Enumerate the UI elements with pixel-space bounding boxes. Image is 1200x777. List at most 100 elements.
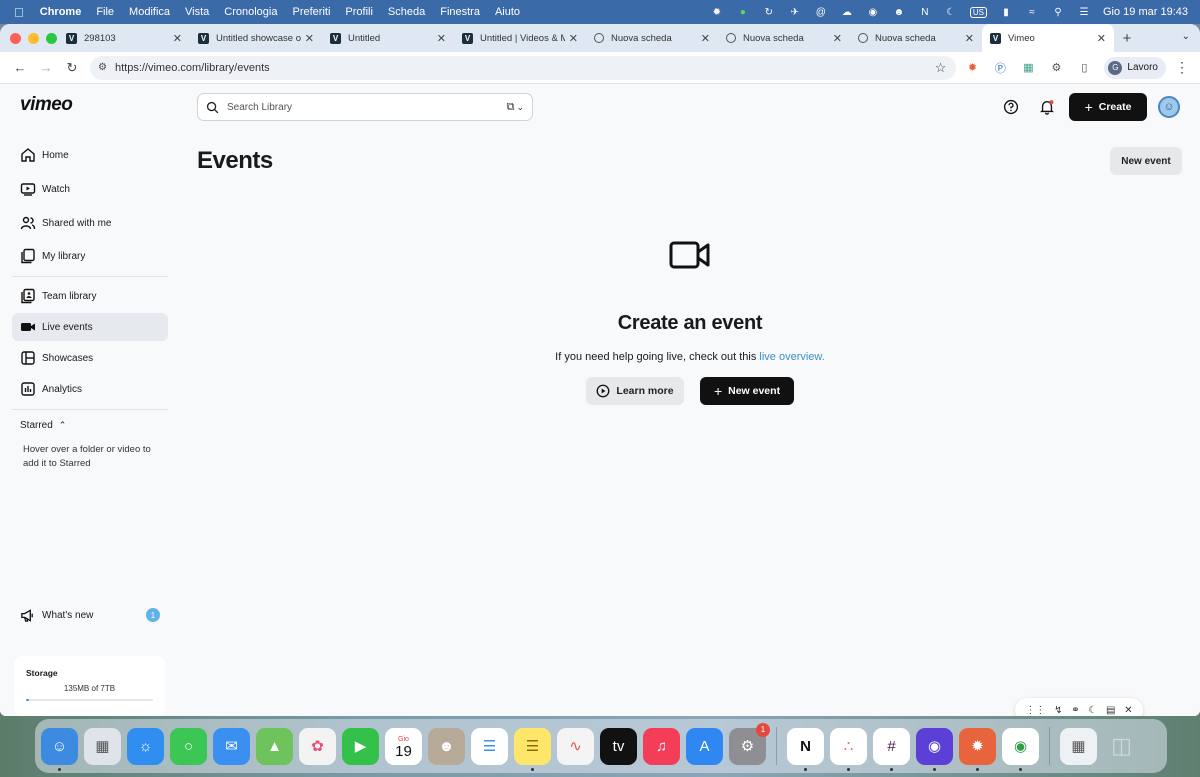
launchpad-icon[interactable]: ▦ [84, 727, 121, 765]
browser-tab[interactable]: V Untitled ✕ [322, 24, 454, 52]
close-tab-icon[interactable]: ✕ [701, 32, 710, 45]
sidebar-item-shared[interactable]: Shared with me [12, 209, 168, 237]
bookmark-star-icon[interactable]: ☆ [935, 60, 947, 76]
close-tab-icon[interactable]: ✕ [569, 32, 578, 45]
extension-gear-icon[interactable]: ⚙ [1044, 56, 1068, 80]
notes-icon[interactable]: ☰ [514, 727, 551, 771]
facetime-icon[interactable]: ▶ [342, 727, 379, 765]
address-bar[interactable]: ⚙ https://vimeo.com/library/events ☆ [90, 55, 957, 80]
profile-chip[interactable]: G Lavoro [1104, 56, 1166, 79]
reload-button[interactable]: ↻ [60, 56, 84, 80]
asana-icon[interactable]: ∴ [830, 727, 867, 771]
notifications-button[interactable] [1037, 97, 1057, 117]
close-tab-icon[interactable]: ✕ [965, 32, 974, 45]
sidebar-item-my-library[interactable]: My library [12, 242, 168, 270]
cloud-status-icon[interactable]: ☁ [840, 6, 854, 18]
sidebar-item-analytics[interactable]: Analytics [12, 375, 168, 403]
moon-status-icon[interactable]: ☾ [944, 6, 958, 18]
storage-card[interactable]: Storage 135MB of 7TB [14, 656, 165, 716]
shield-status-icon[interactable]: ◉ [866, 6, 880, 18]
search-scope-dropdown[interactable]: ⧉ ⌄ [507, 101, 524, 114]
live-overview-link[interactable]: live overview. [759, 351, 824, 363]
wifi-icon[interactable]: ≈ [1025, 6, 1039, 18]
menu-modifica[interactable]: Modifica [129, 6, 170, 18]
sparkle-status-icon[interactable]: ✹ [710, 6, 724, 18]
extension-password-icon[interactable]: Ⓟ [988, 56, 1012, 80]
finder-icon[interactable]: ☺ [41, 727, 78, 771]
airplane-status-icon[interactable]: ✈ [788, 6, 802, 18]
notion-icon[interactable]: N [787, 727, 824, 771]
forward-button[interactable]: → [34, 56, 58, 80]
minimize-window-button[interactable] [28, 33, 39, 44]
browser-tab-active[interactable]: V Vimeo ✕ [982, 24, 1114, 52]
extensions-puzzle-icon[interactable]: ▯ [1072, 56, 1096, 80]
calendar-icon[interactable]: Gio 19 [385, 727, 422, 765]
maps-icon[interactable]: ▲ [256, 727, 293, 765]
close-tab-icon[interactable]: ✕ [833, 32, 842, 45]
reminders-icon[interactable]: ☰ [471, 727, 508, 765]
fullscreen-window-button[interactable] [46, 33, 57, 44]
sidebar-item-showcases[interactable]: Showcases [12, 344, 168, 372]
menu-cronologia[interactable]: Cronologia [224, 6, 277, 18]
apple-tv-icon[interactable]: tv [600, 727, 637, 765]
menu-scheda[interactable]: Scheda [388, 6, 425, 18]
close-icon[interactable]: ✕ [1124, 705, 1132, 716]
close-tab-icon[interactable]: ✕ [173, 32, 182, 45]
mail-icon[interactable]: ✉ [213, 727, 250, 765]
new-event-cta-button[interactable]: + New event [700, 377, 794, 405]
green-dot-status-icon[interactable]: ● [736, 6, 750, 18]
browser-tab[interactable]: Nuova scheda ✕ [850, 24, 982, 52]
notion-status-icon[interactable]: N [918, 6, 932, 18]
menu-app-name[interactable]: Chrome [40, 6, 82, 18]
contacts-icon[interactable]: ☻ [428, 727, 465, 765]
menu-file[interactable]: File [96, 6, 114, 18]
tab-search-chevron-icon[interactable]: ⌄ [1182, 31, 1190, 42]
learn-more-button[interactable]: Learn more [586, 377, 684, 405]
globe-icon[interactable]: ⚭ [1071, 705, 1079, 716]
whats-new-button[interactable]: What's new 1 [12, 602, 168, 628]
browser-tab[interactable]: V 298103 ✕ [58, 24, 190, 52]
browser-tab[interactable]: Nuova scheda ✕ [718, 24, 850, 52]
browser-tab[interactable]: V Untitled showcase o ✕ [190, 24, 322, 52]
claude-icon[interactable]: ✹ [959, 727, 996, 771]
vimeo-logo[interactable]: vimeo [20, 94, 73, 116]
battery-icon[interactable]: ▮ [999, 6, 1013, 18]
close-tab-icon[interactable]: ✕ [305, 32, 314, 45]
url-text[interactable]: https://vimeo.com/library/events [115, 62, 935, 74]
menubar-clock[interactable]: Gio 19 mar 19:43 [1103, 6, 1188, 18]
clipboard-icon[interactable]: ▤ [1106, 705, 1115, 716]
messages-icon[interactable]: ○ [170, 727, 207, 765]
new-tab-button[interactable]: + [1114, 30, 1140, 47]
at-status-icon[interactable]: @ [814, 6, 828, 18]
apple-menu-icon[interactable]:  [14, 5, 24, 20]
chrome-icon[interactable]: ◉ [1002, 727, 1039, 771]
user-avatar[interactable]: ☺ [1158, 96, 1180, 118]
trash-icon[interactable]: ◫ [1103, 728, 1140, 765]
extension-split-icon[interactable]: ▦ [1016, 56, 1040, 80]
drag-handle-icon[interactable]: ⋮⋮ [1025, 705, 1045, 716]
sidebar-item-watch[interactable]: Watch [12, 175, 168, 203]
sidebar-item-team-library[interactable]: Team library [12, 282, 168, 310]
control-center-icon[interactable]: ☰ [1077, 6, 1091, 18]
music-icon[interactable]: ♫ [643, 727, 680, 765]
slack-icon[interactable]: # [873, 727, 910, 771]
input-source-indicator[interactable]: US [969, 6, 987, 18]
menu-finestra[interactable]: Finestra [440, 6, 480, 18]
menu-preferiti[interactable]: Preferiti [292, 6, 330, 18]
browser-tab[interactable]: Nuova scheda ✕ [586, 24, 718, 52]
sync-status-icon[interactable]: ↻ [762, 6, 776, 18]
system-settings-icon[interactable]: ⚙ 1 [729, 722, 770, 765]
lightning-icon[interactable]: ↯ [1054, 705, 1062, 716]
extension-sparkle-icon[interactable]: ✹ [960, 56, 984, 80]
close-tab-icon[interactable]: ✕ [437, 32, 446, 45]
app-store-icon[interactable]: A [686, 727, 723, 765]
close-tab-icon[interactable]: ✕ [1097, 32, 1106, 45]
vpn-shield-icon[interactable]: ◉ [916, 727, 953, 771]
create-button[interactable]: + Create [1069, 93, 1147, 121]
freeform-icon[interactable]: ∿ [557, 727, 594, 765]
menu-aiuto[interactable]: Aiuto [495, 6, 520, 18]
help-button[interactable] [1001, 97, 1021, 117]
downloads-stack-icon[interactable]: ▦ [1060, 727, 1097, 765]
back-button[interactable]: ← [8, 56, 32, 80]
moon-icon[interactable]: ☾ [1088, 705, 1097, 716]
